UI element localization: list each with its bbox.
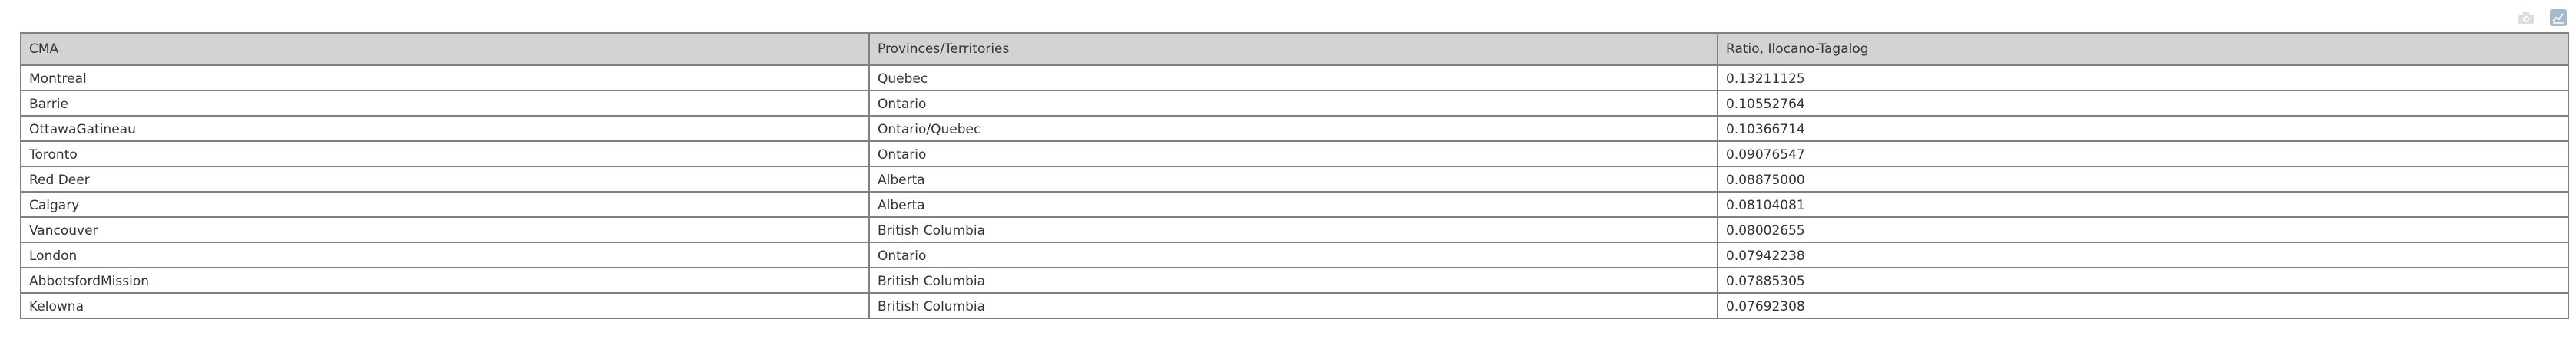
table-row[interactable]: Toronto Ontario 0.09076547 (20, 140, 2569, 167)
cell-province: British Columbia (868, 292, 1718, 319)
cell-province: British Columbia (868, 267, 1718, 294)
viewer-toolbar (2516, 8, 2568, 28)
cell-province: British Columbia (868, 216, 1718, 243)
chart-icon[interactable] (2548, 8, 2568, 28)
table-row[interactable]: Vancouver British Columbia 0.08002655 (20, 216, 2569, 243)
cell-ratio: 0.09076547 (1717, 140, 2569, 167)
table-row[interactable]: Montreal Quebec 0.13211125 (20, 64, 2569, 91)
table-row[interactable]: Kelowna British Columbia 0.07692308 (20, 292, 2569, 319)
table-body: Montreal Quebec 0.13211125 Barrie Ontario 0.1… (20, 64, 2569, 319)
table-viewer: CMA Provinces/Territories Ratio, Ilocano… (0, 0, 2576, 339)
cell-ratio: 0.08002655 (1717, 216, 2569, 243)
cell-ratio: 0.07942238 (1717, 242, 2569, 268)
column-header-provinces[interactable]: Provinces/Territories (868, 32, 1718, 66)
cell-province: Quebec (868, 64, 1718, 91)
column-header-cma[interactable]: CMA (20, 32, 870, 66)
cell-cma: Calgary (20, 191, 870, 218)
camera-icon[interactable] (2516, 8, 2536, 28)
table-header-row: CMA Provinces/Territories Ratio, Ilocano… (20, 32, 2569, 66)
cell-cma: Kelowna (20, 292, 870, 319)
cell-cma: Toronto (20, 140, 870, 167)
cell-ratio: 0.08875000 (1717, 166, 2569, 193)
cell-province: Alberta (868, 191, 1718, 218)
cell-ratio: 0.13211125 (1717, 64, 2569, 91)
table-row[interactable]: AbbotsfordMission British Columbia 0.07885… (20, 267, 2569, 294)
table-row[interactable]: London Ontario 0.07942238 (20, 242, 2569, 268)
table-row[interactable]: Red Deer Alberta 0.08875000 (20, 166, 2569, 193)
cell-province: Ontario (868, 90, 1718, 117)
cell-ratio: 0.10366714 (1717, 115, 2569, 142)
cell-province: Ontario/Quebec (868, 115, 1718, 142)
cell-ratio: 0.10552764 (1717, 90, 2569, 117)
cell-cma: OttawaGatineau (20, 115, 870, 142)
data-table: CMA Provinces/Territories Ratio, Ilocano… (20, 32, 2569, 319)
table-row[interactable]: Barrie Ontario 0.10552764 (20, 90, 2569, 117)
cell-cma: Vancouver (20, 216, 870, 243)
table-row[interactable]: Calgary Alberta 0.08104081 (20, 191, 2569, 218)
cell-ratio: 0.08104081 (1717, 191, 2569, 218)
cell-province: Ontario (868, 242, 1718, 268)
cell-province: Alberta (868, 166, 1718, 193)
cell-cma: London (20, 242, 870, 268)
cell-ratio: 0.07885305 (1717, 267, 2569, 294)
cell-cma: AbbotsfordMission (20, 267, 870, 294)
cell-ratio: 0.07692308 (1717, 292, 2569, 319)
cell-cma: Red Deer (20, 166, 870, 193)
cell-cma: Barrie (20, 90, 870, 117)
data-table-container: CMA Provinces/Territories Ratio, Ilocano… (20, 32, 2569, 319)
table-row[interactable]: OttawaGatineau Ontario/Quebec 0.10366714 (20, 115, 2569, 142)
cell-province: Ontario (868, 140, 1718, 167)
column-header-ratio[interactable]: Ratio, Ilocano-Tagalog (1717, 32, 2569, 66)
cell-cma: Montreal (20, 64, 870, 91)
